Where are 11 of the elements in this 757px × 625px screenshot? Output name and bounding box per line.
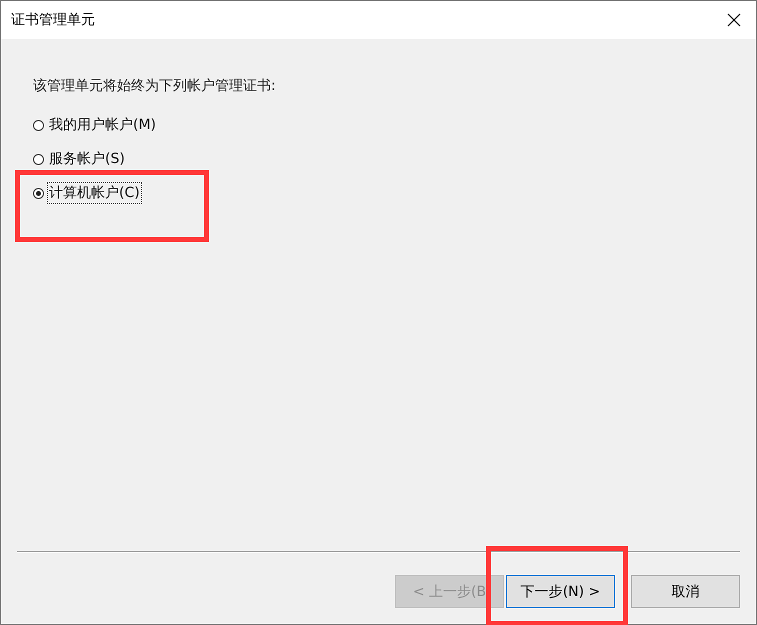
window-title: 证书管理单元	[11, 11, 95, 29]
radio-button[interactable]	[33, 188, 44, 198]
radio-button[interactable]	[33, 154, 44, 164]
radio-button[interactable]	[33, 120, 44, 130]
dialog-button[interactable]: 下一步(N) >	[506, 575, 615, 608]
radio-label[interactable]: 计算机帐户(C)	[47, 182, 142, 204]
dialog-button[interactable]: 取消	[631, 575, 740, 608]
radio-label[interactable]: 我的用户帐户(M)	[47, 114, 158, 136]
prompt-text: 该管理单元将始终为下列帐户管理证书:	[33, 77, 277, 95]
radio-label[interactable]: 服务帐户(S)	[47, 148, 127, 170]
close-icon[interactable]	[727, 13, 741, 27]
